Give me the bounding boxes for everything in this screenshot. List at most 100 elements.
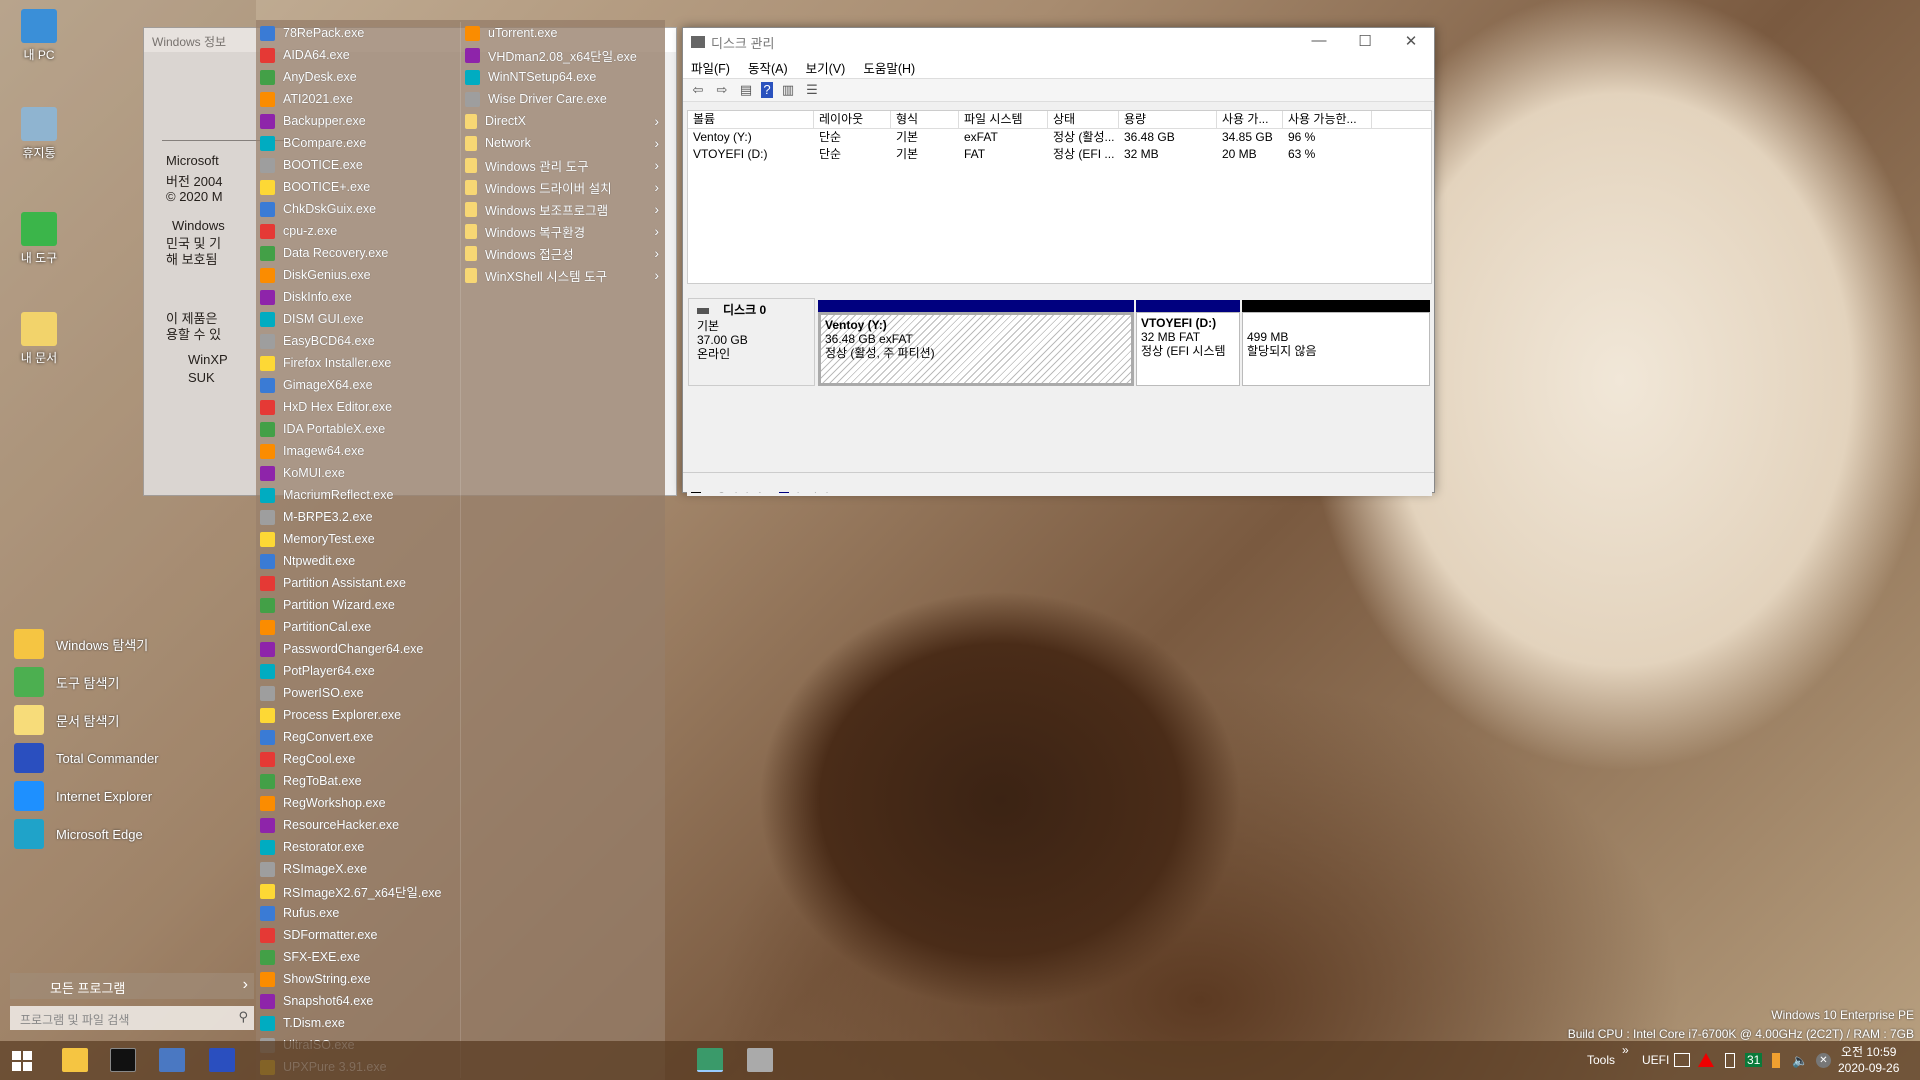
back-icon[interactable]: ⇦	[689, 82, 707, 98]
disk-management-window[interactable]: 디스크 관리 — ☐ ✕ 파일(F) 동작(A) 보기(V) 도움말(H) ⇦ ⇨ ▤…	[682, 27, 1435, 496]
program-item[interactable]: Restorator.exe	[256, 836, 460, 858]
menu-item[interactable]: 동작(A)	[748, 58, 788, 77]
program-item[interactable]: PartitionCal.exe	[256, 616, 460, 638]
program-item[interactable]: T.Dism.exe	[256, 1012, 460, 1034]
program-item[interactable]: ResourceHacker.exe	[256, 814, 460, 836]
program-item[interactable]: RSImageX2.67_x64단일.exe	[256, 880, 460, 902]
program-item[interactable]: SFX-EXE.exe	[256, 946, 460, 968]
program-item[interactable]: DISM GUI.exe	[256, 308, 460, 330]
column-header[interactable]: 형식	[891, 111, 959, 128]
column-header[interactable]: 파일 시스템	[959, 111, 1048, 128]
disk-0-label[interactable]: 디스크 0 기본 37.00 GB 온라인	[688, 298, 815, 386]
program-item[interactable]: ChkDskGuix.exe	[256, 198, 460, 220]
program-folder[interactable]: Windows 보조프로그램 ›	[461, 198, 665, 220]
program-item[interactable]: GimageX64.exe	[256, 374, 460, 396]
task-disk-management-icon[interactable]	[697, 1048, 723, 1072]
program-item[interactable]: HxD Hex Editor.exe	[256, 396, 460, 418]
program-item[interactable]: Backupper.exe	[256, 110, 460, 132]
desktop-icon[interactable]: 내 도구	[4, 212, 74, 266]
program-folder[interactable]: Network ›	[461, 132, 665, 154]
help-icon[interactable]: ?	[761, 82, 773, 98]
partition-box[interactable]: Ventoy (Y:) 36.48 GB exFAT 정상 (활성, 주 파티션)	[818, 312, 1134, 386]
program-item[interactable]: Imagew64.exe	[256, 440, 460, 462]
program-item[interactable]: MemoryTest.exe	[256, 528, 460, 550]
total-commander-icon[interactable]	[209, 1048, 235, 1072]
program-item[interactable]: RegConvert.exe	[256, 726, 460, 748]
menu-item[interactable]: 보기(V)	[806, 58, 846, 77]
toolbar-overflow-button[interactable]: »	[1622, 1043, 1629, 1057]
program-item[interactable]: PowerISO.exe	[256, 682, 460, 704]
resource-monitor-icon[interactable]	[1698, 1053, 1714, 1067]
program-folder[interactable]: DirectX ›	[461, 110, 665, 132]
tools-toolbar[interactable]: Tools	[1587, 1053, 1615, 1067]
program-item[interactable]: BCompare.exe	[256, 132, 460, 154]
all-programs-button[interactable]: 모든 프로그램 ›	[10, 973, 254, 999]
program-item[interactable]: EasyBCD64.exe	[256, 330, 460, 352]
properties-icon[interactable]: ☰	[803, 82, 821, 98]
program-item[interactable]: PasswordChanger64.exe	[256, 638, 460, 660]
program-item[interactable]: Snapshot64.exe	[256, 990, 460, 1012]
start-button[interactable]	[12, 1051, 32, 1071]
minimize-button[interactable]: —	[1296, 32, 1342, 49]
program-item[interactable]: cpu-z.exe	[256, 220, 460, 242]
search-input[interactable]: 프로그램 및 파일 검색 ⚲	[10, 1006, 254, 1030]
program-item[interactable]: ATI2021.exe	[256, 88, 460, 110]
program-item[interactable]: BOOTICE.exe	[256, 154, 460, 176]
network-icon[interactable]	[1674, 1053, 1690, 1067]
maximize-button[interactable]: ☐	[1342, 32, 1388, 50]
desktop-icon[interactable]: 내 문서	[4, 312, 74, 366]
pinned-item[interactable]: Internet Explorer	[10, 778, 250, 814]
program-item[interactable]: 78RePack.exe	[256, 22, 460, 44]
column-header[interactable]: 상태	[1048, 111, 1119, 128]
pinned-item[interactable]: 도구 탐색기	[10, 664, 250, 700]
battery-icon[interactable]	[1772, 1053, 1780, 1068]
program-item[interactable]: Partition Wizard.exe	[256, 594, 460, 616]
program-folder[interactable]: Windows 접근성 ›	[461, 242, 665, 264]
program-item[interactable]: AnyDesk.exe	[256, 66, 460, 88]
partition-box[interactable]: VTOYEFI (D:) 32 MB FAT 정상 (EFI 시스템	[1136, 312, 1240, 386]
pinned-item[interactable]: 문서 탐색기	[10, 702, 250, 738]
program-item[interactable]: BOOTICE+.exe	[256, 176, 460, 198]
task-about-icon[interactable]	[747, 1048, 773, 1072]
pinned-item[interactable]: Total Commander	[10, 740, 250, 776]
column-header[interactable]: 사용 가...	[1217, 111, 1283, 128]
program-item[interactable]: WinNTSetup64.exe	[461, 66, 665, 88]
desktop-icon[interactable]: 내 PC	[4, 9, 74, 63]
shutdown-icon[interactable]: ✕	[1816, 1053, 1831, 1068]
program-item[interactable]: uTorrent.exe	[461, 22, 665, 44]
program-item[interactable]: Wise Driver Care.exe	[461, 88, 665, 110]
program-item[interactable]: Data Recovery.exe	[256, 242, 460, 264]
column-header[interactable]: 볼륨	[688, 111, 814, 128]
clock[interactable]: 오전 10:59 2020-09-26	[1838, 1044, 1899, 1076]
command-prompt-icon[interactable]	[110, 1048, 136, 1072]
calendar-icon[interactable]: 31	[1745, 1053, 1763, 1067]
program-item[interactable]: Ntpwedit.exe	[256, 550, 460, 572]
column-header[interactable]: 사용 가능한...	[1283, 111, 1372, 128]
column-header[interactable]: 레이아웃	[814, 111, 891, 128]
partition-box[interactable]: 499 MB 할당되지 않음	[1242, 312, 1430, 386]
forward-icon[interactable]: ⇨	[713, 82, 731, 98]
program-item[interactable]: AIDA64.exe	[256, 44, 460, 66]
pinned-item[interactable]: Microsoft Edge	[10, 816, 250, 852]
action-pane-icon[interactable]: ▥	[779, 82, 797, 98]
volume-row[interactable]: VTOYEFI (D:) 단순 기본 FAT 정상 (EFI ... 32 MB 20 MB…	[688, 146, 1431, 163]
menu-item[interactable]: 파일(F)	[691, 58, 730, 77]
program-item[interactable]: Rufus.exe	[256, 902, 460, 924]
program-item[interactable]: DiskGenius.exe	[256, 264, 460, 286]
program-item[interactable]: ShowString.exe	[256, 968, 460, 990]
program-item[interactable]: RegCool.exe	[256, 748, 460, 770]
program-item[interactable]: RegWorkshop.exe	[256, 792, 460, 814]
computer-management-icon[interactable]	[159, 1048, 185, 1072]
program-item[interactable]: SDFormatter.exe	[256, 924, 460, 946]
volume-row[interactable]: Ventoy (Y:) 단순 기본 exFAT 정상 (활성... 36.48 GB 34.…	[688, 129, 1431, 146]
program-item[interactable]: Partition Assistant.exe	[256, 572, 460, 594]
program-item[interactable]: PotPlayer64.exe	[256, 660, 460, 682]
program-folder[interactable]: Windows 드라이버 설치 ›	[461, 176, 665, 198]
volume-icon[interactable]: 🔈	[1792, 1053, 1808, 1069]
file-explorer-icon[interactable]	[62, 1048, 88, 1072]
program-folder[interactable]: WinXShell 시스템 도구 ›	[461, 264, 665, 286]
show-hide-tree-icon[interactable]: ▤	[737, 82, 755, 98]
program-item[interactable]: VHDman2.08_x64단일.exe	[461, 44, 665, 66]
close-button[interactable]: ✕	[1388, 32, 1434, 50]
usb-eject-icon[interactable]	[1725, 1053, 1735, 1068]
